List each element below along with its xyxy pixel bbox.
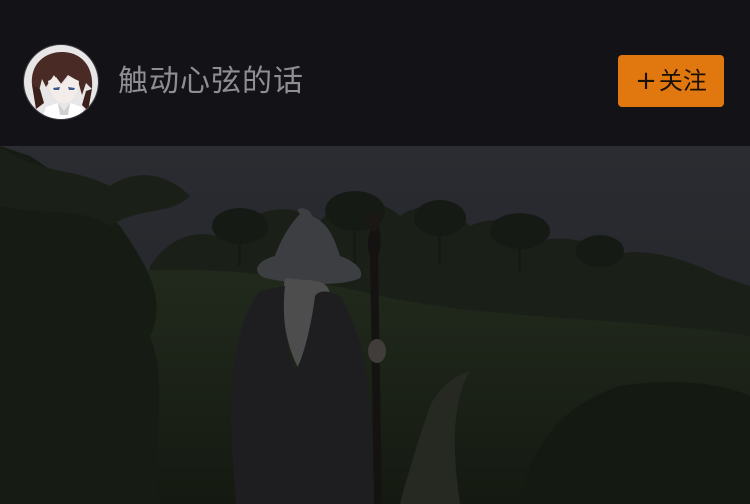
avatar[interactable] <box>23 44 99 120</box>
post-screen: 触动心弦的话 +关注 <box>0 0 750 504</box>
username[interactable]: 触动心弦的话 <box>118 60 304 104</box>
wizard-landscape-image <box>0 146 750 504</box>
post-image[interactable] <box>0 146 750 504</box>
follow-button-label: 关注 <box>658 67 707 95</box>
avatar-image <box>24 45 98 119</box>
post-header: 触动心弦的话 +关注 <box>0 0 750 146</box>
follow-button[interactable]: +关注 <box>618 55 724 107</box>
plus-icon: + <box>635 66 657 96</box>
